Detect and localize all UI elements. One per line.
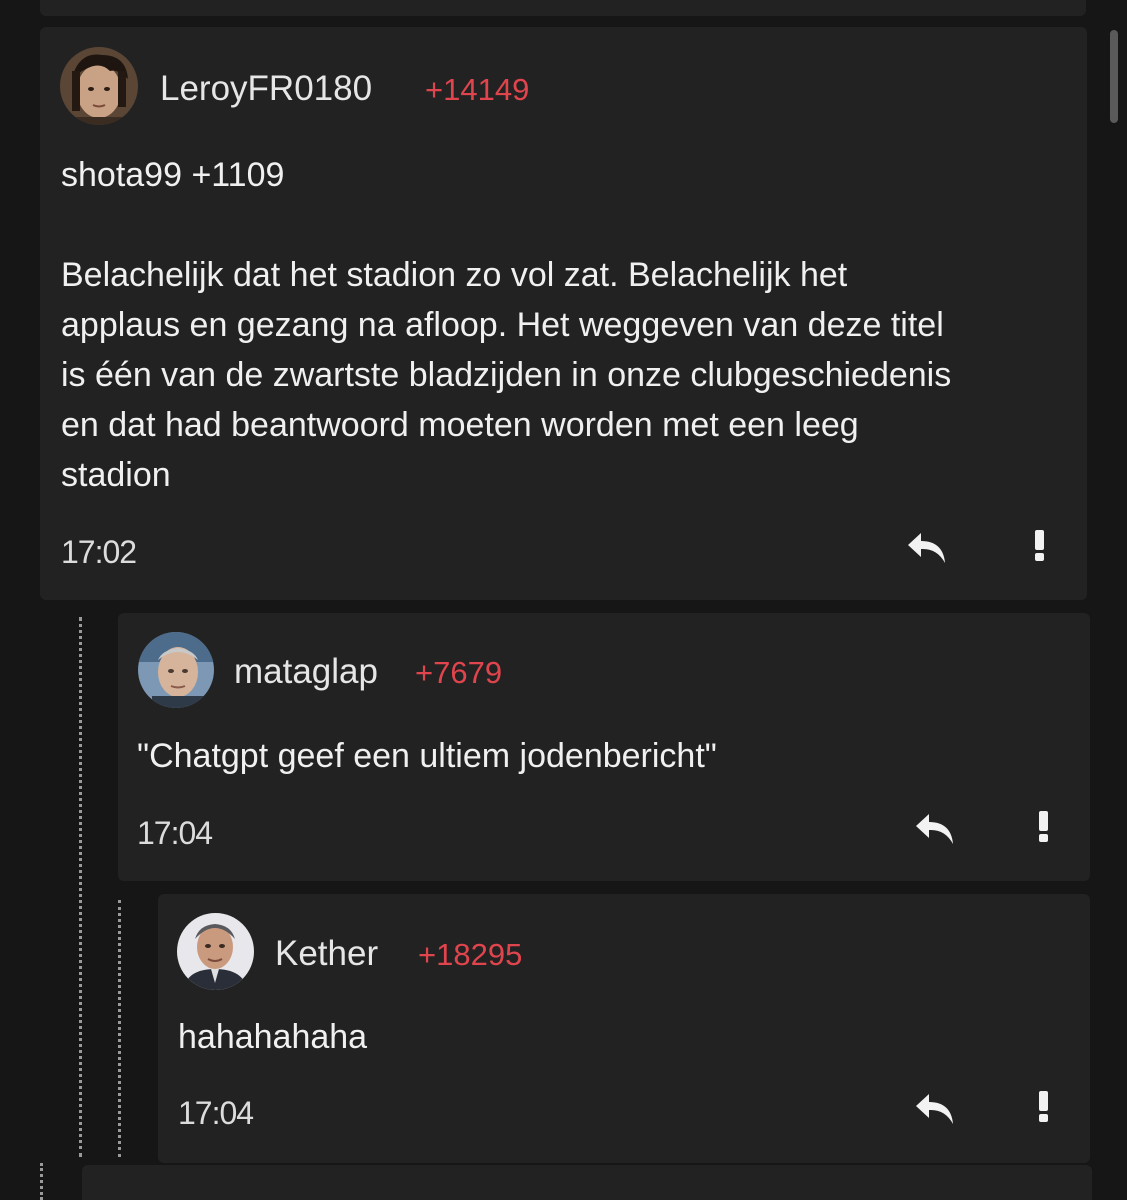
report-button[interactable] <box>1034 807 1054 847</box>
comment-text: "Chatgpt geef een ultiem jodenbericht" <box>137 737 717 775</box>
reply-arrow-icon <box>916 814 953 844</box>
username[interactable]: Kether <box>275 934 378 974</box>
karma-score: +7679 <box>415 655 503 690</box>
user-avatar[interactable] <box>177 913 254 990</box>
comment-text: hahahahaha <box>178 1018 368 1056</box>
reply-arrow-icon <box>908 533 945 563</box>
comment-card: LeroyFR0180 +14149 shota99 +1109 Belache… <box>40 27 1087 600</box>
user-avatar[interactable] <box>60 47 138 125</box>
next-comment-card <box>82 1165 1092 1200</box>
reply-card: Kether +18295 hahahahaha 17:04 <box>158 894 1090 1163</box>
thread-line <box>40 1163 43 1200</box>
exclamation-icon <box>1039 1091 1048 1122</box>
reply-arrow-icon <box>916 1094 953 1124</box>
report-button[interactable] <box>1030 526 1050 566</box>
thread-line <box>118 900 121 1157</box>
karma-score: +18295 <box>418 937 523 972</box>
reply-button[interactable] <box>905 529 949 569</box>
username[interactable]: mataglap <box>234 652 378 692</box>
user-avatar[interactable] <box>138 632 214 708</box>
reply-button[interactable] <box>913 810 957 850</box>
karma-score: +14149 <box>425 72 530 107</box>
reply-button[interactable] <box>913 1090 957 1130</box>
previous-comment-card <box>40 0 1086 16</box>
reply-card: mataglap +7679 "Chatgpt geef een ultiem … <box>118 613 1090 881</box>
exclamation-icon <box>1035 530 1044 561</box>
report-button[interactable] <box>1034 1087 1054 1127</box>
quote-header: shota99 +1109 <box>61 156 285 194</box>
exclamation-icon <box>1039 811 1048 842</box>
timestamp: 17:04 <box>178 1095 254 1131</box>
timestamp: 17:04 <box>137 815 213 851</box>
scrollbar[interactable] <box>1110 30 1118 123</box>
comment-text: Belachelijk dat het stadion zo vol zat. … <box>61 256 952 494</box>
comment-thread-page: LeroyFR0180 +14149 shota99 +1109 Belache… <box>0 0 1127 1200</box>
thread-line <box>79 617 82 1157</box>
username[interactable]: LeroyFR0180 <box>160 69 372 109</box>
timestamp: 17:02 <box>61 534 137 570</box>
